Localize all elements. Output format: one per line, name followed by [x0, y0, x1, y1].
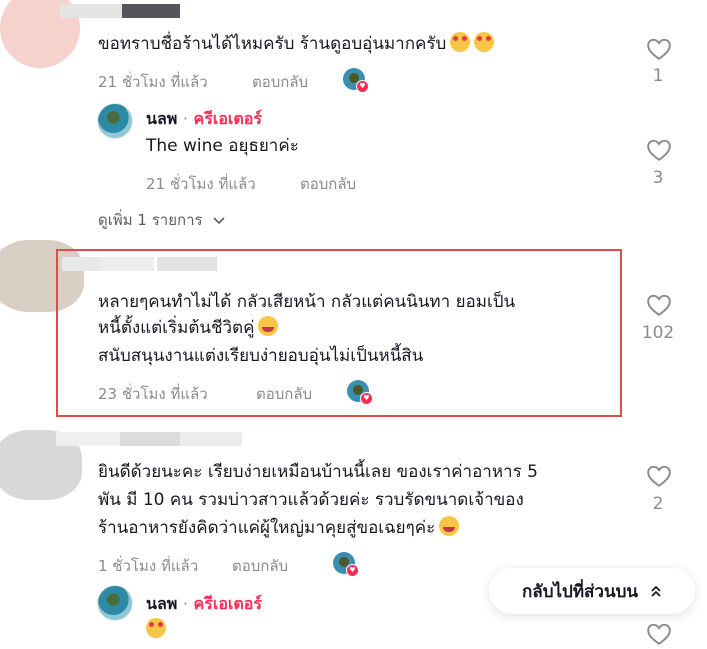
comment-text-line: พัน มี 10 คน รวมบ่าวสาวแล้วด้วยค่ะ รวบรั…	[98, 490, 524, 510]
reply-button[interactable]: ตอบกลับ	[232, 554, 288, 578]
reply-username[interactable]: นลพ · ครีเอเตอร์	[146, 592, 262, 617]
like-count: 2	[652, 494, 664, 514]
smiling-hearts-emoji	[450, 32, 471, 52]
reply-button[interactable]: ตอบกลับ	[256, 382, 312, 406]
like-count: 1	[652, 66, 664, 86]
reply-username[interactable]: นลพ · ครีเอเตอร์	[146, 107, 262, 132]
comment-time: 1 ชั่วโมง ที่แล้ว	[98, 557, 199, 575]
like-heart-icon[interactable]	[646, 37, 672, 61]
see-more-replies[interactable]: ดูเพิ่ม 1 รายการ	[98, 208, 225, 232]
smiling-hearts-emoji	[474, 32, 495, 52]
comment-text-line: หลายๆคนทำไม่ได้ กลัวเสียหน้า กลัวแต่คนนิ…	[98, 292, 516, 312]
like-heart-icon[interactable]	[646, 622, 672, 646]
creator-liked-heart-icon: ♥	[356, 80, 369, 93]
smiling-hearts-emoji	[146, 618, 166, 638]
creator-liked-heart-icon: ♥	[346, 564, 359, 577]
creator-avatar[interactable]	[97, 103, 133, 139]
back-to-top-label: กลับไปที่ส่วนบน	[521, 581, 638, 602]
reply-text: The wine อยุธยาค่ะ	[146, 136, 299, 156]
like-count: 3	[652, 168, 664, 188]
like-heart-icon[interactable]	[646, 293, 672, 317]
comment-text-line: ยินดีด้วยนะคะ เรียบง่ายเหมือนบ้านนี้เลย …	[98, 462, 538, 482]
comment-time: 21 ชั่วโมง ที่แล้ว	[98, 73, 208, 91]
reply-time: 21 ชั่วโมง ที่แล้ว	[146, 175, 256, 193]
like-heart-icon[interactable]	[646, 138, 672, 162]
commenter-name-redacted	[60, 4, 122, 18]
commenter-name-redacted	[122, 4, 180, 18]
comment-time: 23 ชั่วโมง ที่แล้ว	[98, 385, 208, 403]
back-to-top-button[interactable]: กลับไปที่ส่วนบน	[489, 568, 695, 614]
reply-text	[146, 617, 166, 643]
reply-button[interactable]: ตอบกลับ	[252, 70, 308, 94]
creator-liked-heart-icon: ♥	[360, 392, 373, 405]
double-chevron-up-icon	[651, 585, 661, 597]
comment-text: ขอทราบชื่อร้านได้ไหมครับ ร้านดูอบอุ่นมาก…	[98, 31, 495, 57]
comment-text-line: หนี้ตั้งแต่เริ่มต้นชีวิตคู่	[98, 315, 279, 341]
laughing-emoji	[258, 316, 279, 336]
comment-text-line: สนับสนุนงานแต่งเรียบง่ายอบอุ่นไม่เป็นหนี…	[98, 346, 424, 366]
comment-text-line: ร้านอาหารยังคิดว่าแค่ผู้ใหญ่มาคุยสู่ขอเฉ…	[98, 515, 460, 541]
commenter-name-redacted	[180, 432, 242, 446]
commenter-name-redacted	[56, 432, 120, 446]
reply-button[interactable]: ตอบกลับ	[300, 172, 356, 196]
laughing-emoji	[439, 516, 460, 536]
creator-avatar[interactable]	[97, 585, 133, 621]
commenter-name-redacted	[120, 432, 180, 446]
chevron-down-icon	[213, 217, 225, 225]
like-heart-icon[interactable]	[646, 464, 672, 488]
like-count: 102	[641, 323, 675, 343]
